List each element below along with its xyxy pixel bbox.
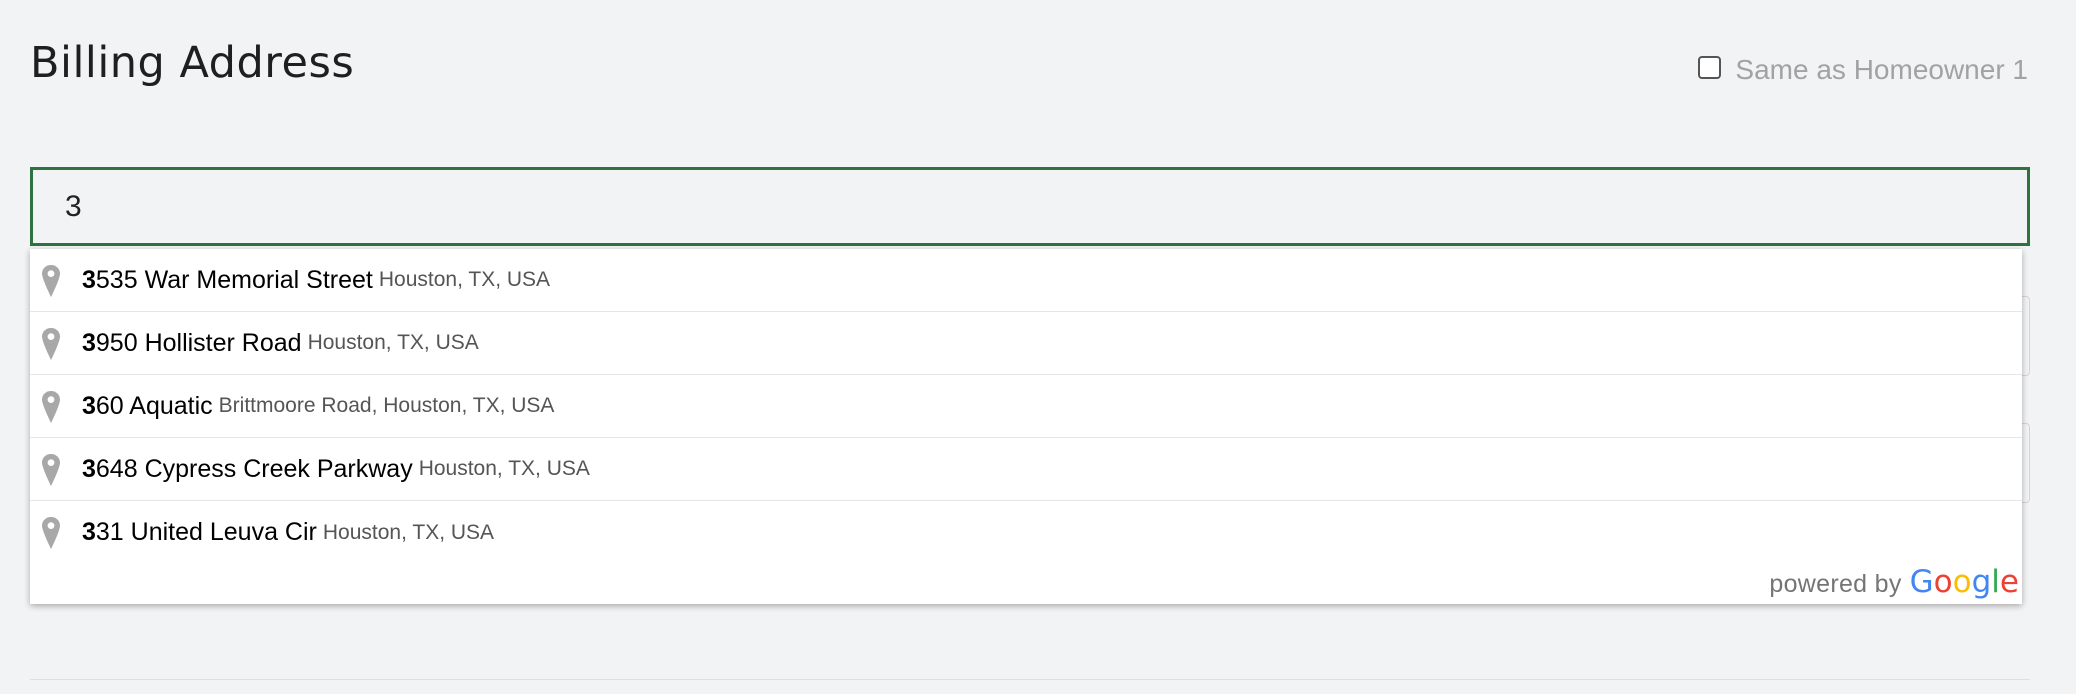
address-search-input[interactable]: 3 [30, 167, 2030, 246]
suggestion-main-rest: 648 Cypress Creek Parkway [95, 454, 413, 483]
powered-by-text: powered by [1769, 570, 1902, 598]
map-pin-icon [42, 454, 60, 486]
suggestion-secondary-text: Houston, TX, USA [322, 520, 495, 544]
suggestion-item[interactable]: 331 United Leuva Cir Houston, TX, USA [30, 501, 2022, 564]
suggestion-secondary-text: Houston, TX, USA [307, 331, 479, 354]
google-logo: Google [1910, 564, 2019, 600]
map-pin-icon [42, 391, 60, 423]
same-as-homeowner-label[interactable]: Same as Homeowner 1 [1735, 54, 2028, 86]
suggestion-main-text: 3950 Hollister Road [82, 329, 302, 358]
google-logo-letter: e [1999, 564, 2019, 600]
same-as-homeowner-checkbox[interactable] [1698, 55, 1722, 79]
suggestion-main-rest: 60 Aquatic [95, 391, 213, 420]
map-pin-icon [42, 265, 60, 297]
page-title: Billing Address [30, 38, 355, 88]
suggestion-main-rest: 950 Hollister Road [95, 328, 302, 357]
suggestion-item[interactable]: 3950 Hollister Road Houston, TX, USA [30, 312, 2022, 375]
autocomplete-dropdown: 3535 War Memorial Street Houston, TX, US… [30, 249, 2022, 604]
section-divider [30, 679, 2030, 680]
suggestion-item[interactable]: 360 Aquatic Brittmoore Road, Houston, TX… [30, 375, 2022, 438]
google-logo-letter: l [1991, 564, 2000, 600]
billing-address-page: Billing Address Same as Homeowner 1 3 35… [0, 0, 2076, 694]
google-logo-letter: o [1933, 564, 1953, 600]
map-pin-icon [42, 328, 60, 360]
suggestion-secondary-text: Houston, TX, USA [418, 457, 590, 480]
suggestion-item[interactable]: 3535 War Memorial Street Houston, TX, US… [30, 249, 2022, 312]
suggestion-match: 3 [82, 391, 96, 420]
google-logo-letter: g [1971, 564, 1992, 600]
suggestion-main-text: 3535 War Memorial Street [82, 266, 373, 295]
suggestion-secondary-text: Houston, TX, USA [378, 268, 551, 291]
map-pin-icon [42, 517, 60, 549]
suggestion-main-text: 331 United Leuva Cir [82, 518, 317, 547]
suggestion-match: 3 [82, 328, 96, 357]
suggestion-secondary-text: Brittmoore Road, Houston, TX, USA [218, 394, 555, 417]
suggestion-match: 3 [82, 265, 96, 294]
google-logo-letter: G [1909, 564, 1934, 600]
suggestion-main-rest: 31 United Leuva Cir [95, 518, 317, 546]
suggestion-main-text: 360 Aquatic [82, 392, 213, 421]
suggestion-match: 3 [82, 518, 96, 546]
suggestion-match: 3 [82, 454, 96, 483]
suggestion-main-rest: 535 War Memorial Street [95, 265, 373, 294]
google-logo-letter: o [1952, 564, 1972, 600]
same-as-homeowner-toggle[interactable]: Same as Homeowner 1 [1698, 54, 2028, 86]
suggestion-main-text: 3648 Cypress Creek Parkway [82, 455, 413, 484]
address-search-value: 3 [65, 189, 82, 223]
suggestion-item[interactable]: 3648 Cypress Creek Parkway Houston, TX, … [30, 438, 2022, 501]
powered-by-google: powered by Google [1769, 564, 2019, 600]
